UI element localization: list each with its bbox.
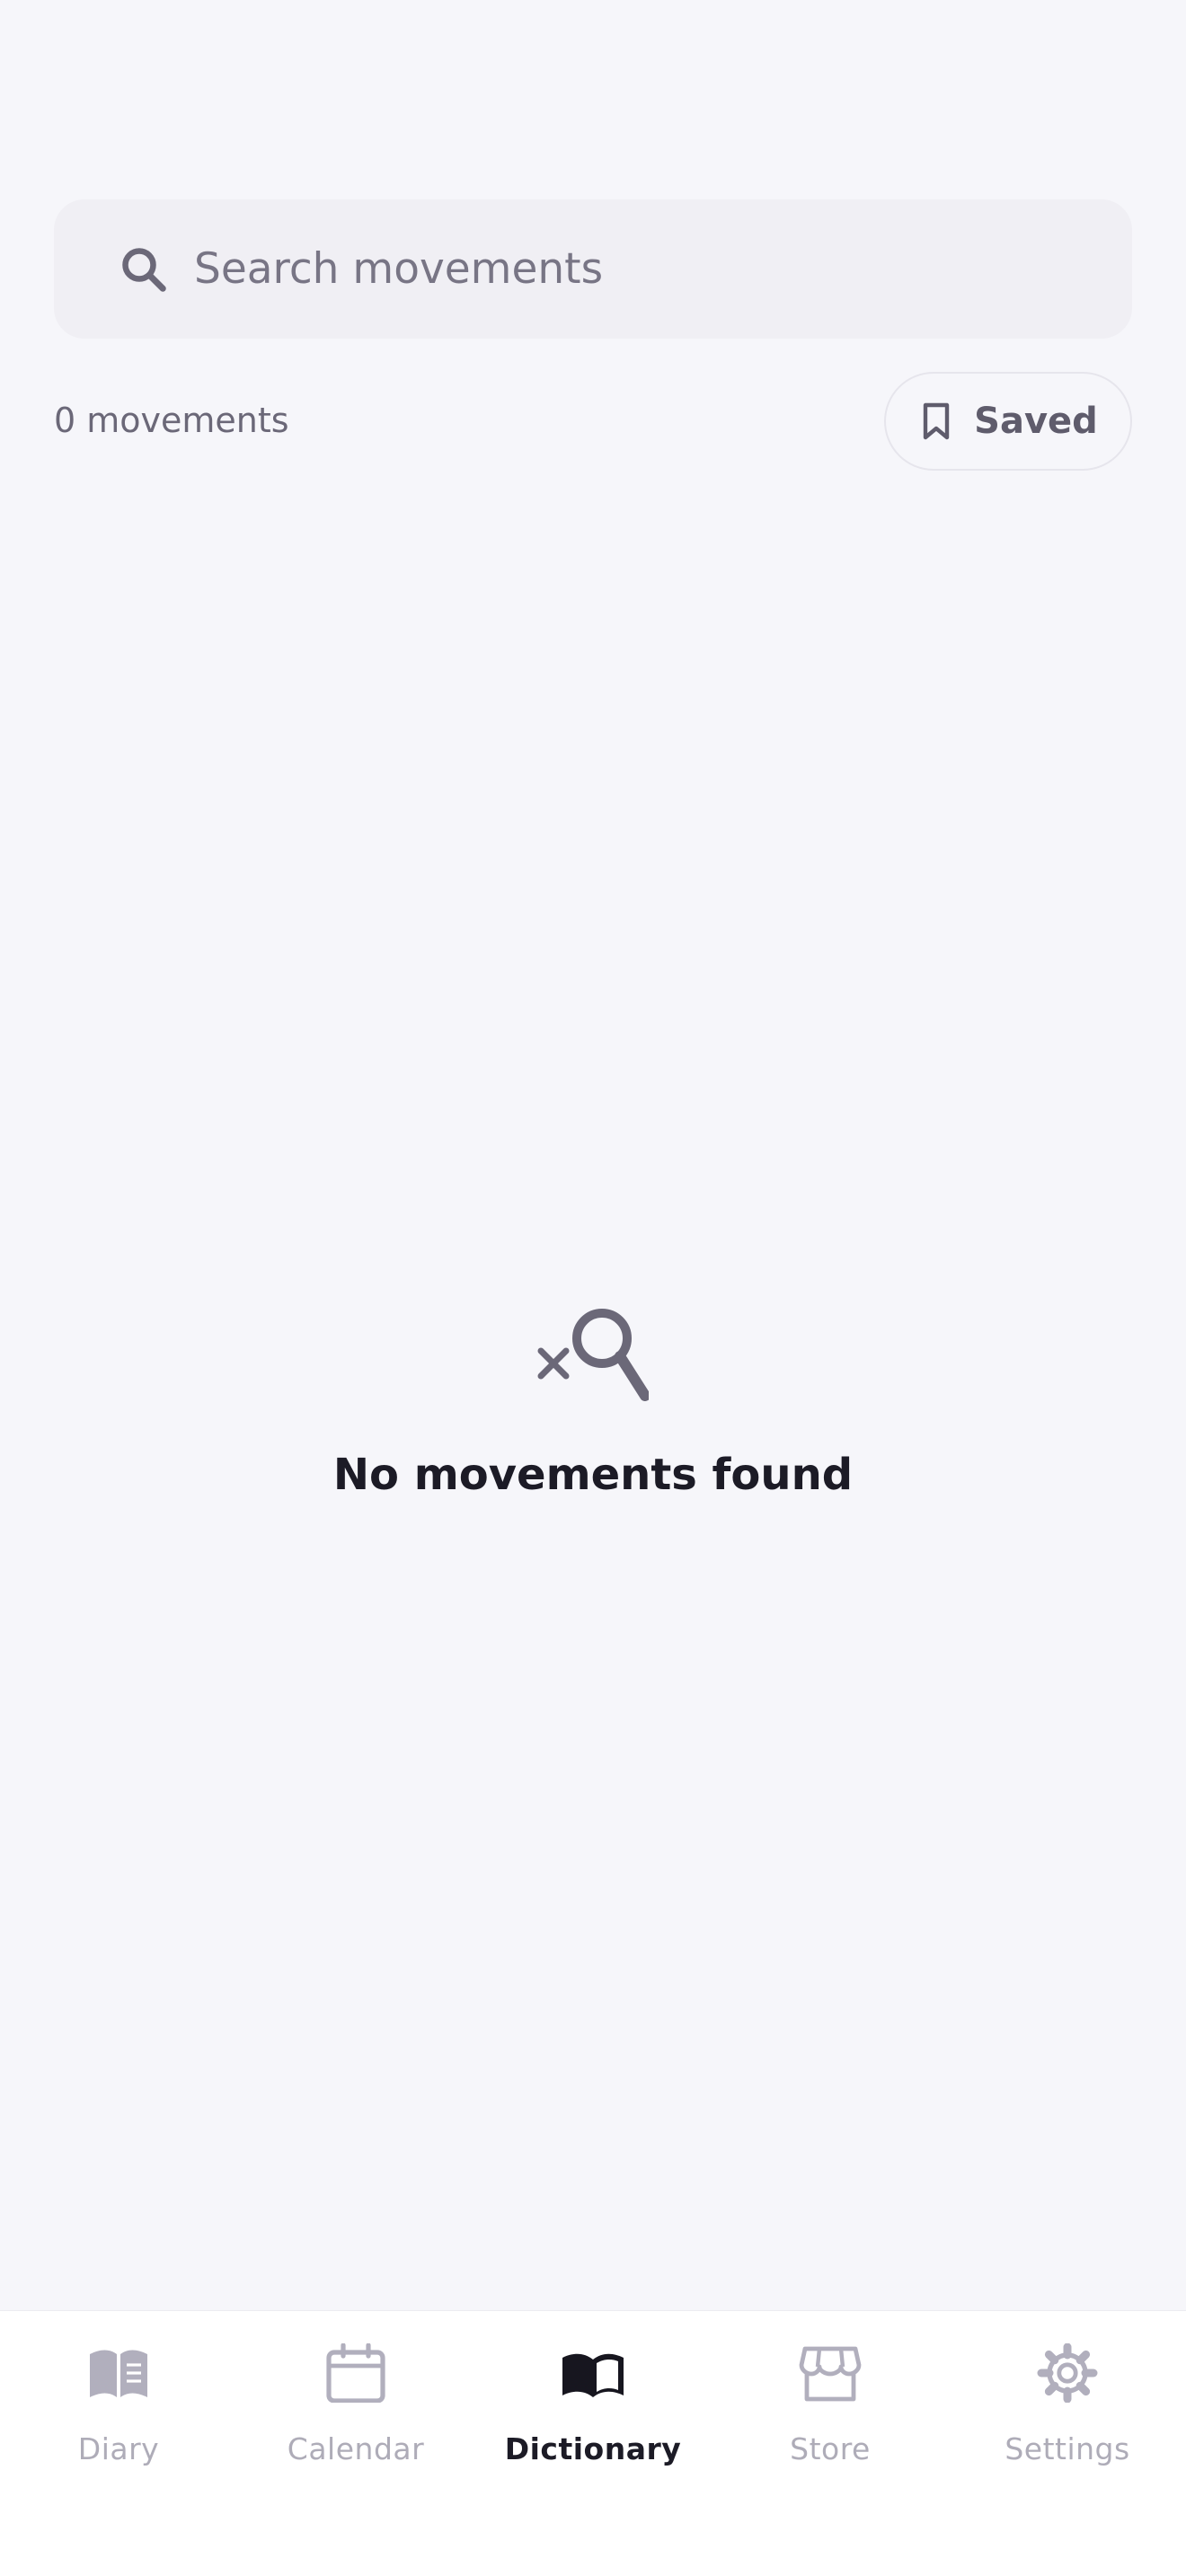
search-input[interactable] xyxy=(194,199,1093,339)
tab-label: Dictionary xyxy=(504,2431,682,2466)
tab-calendar[interactable]: Calendar xyxy=(237,2311,474,2576)
saved-button-label: Saved xyxy=(974,401,1098,442)
saved-filter-button[interactable]: Saved xyxy=(884,372,1132,471)
tab-diary[interactable]: Diary xyxy=(0,2311,237,2576)
calendar-icon xyxy=(326,2343,385,2403)
tab-label: Calendar xyxy=(287,2431,425,2466)
dictionary-screen: 0 movements Saved No movements found Dia… xyxy=(0,0,1186,2576)
search-icon xyxy=(122,247,166,292)
open-book-icon xyxy=(562,2353,624,2397)
tab-label: Settings xyxy=(1005,2431,1130,2466)
book-icon xyxy=(90,2350,147,2397)
gear-icon xyxy=(1037,2343,1098,2403)
bottom-tab-bar: Diary Calendar Dictionary Store Settings xyxy=(0,2310,1186,2576)
search-bar[interactable] xyxy=(54,199,1132,339)
tab-label: Diary xyxy=(77,2431,160,2466)
storefront-icon xyxy=(799,2346,862,2402)
empty-state: No movements found xyxy=(0,1302,1186,1500)
tab-dictionary[interactable]: Dictionary xyxy=(474,2311,712,2576)
tab-settings[interactable]: Settings xyxy=(949,2311,1186,2576)
empty-state-title: No movements found xyxy=(332,1450,854,1500)
tab-label: Store xyxy=(790,2431,871,2466)
tab-store[interactable]: Store xyxy=(712,2311,949,2576)
bookmark-icon xyxy=(923,402,950,440)
search-off-icon xyxy=(537,1309,649,1401)
movement-count: 0 movements xyxy=(54,401,289,440)
